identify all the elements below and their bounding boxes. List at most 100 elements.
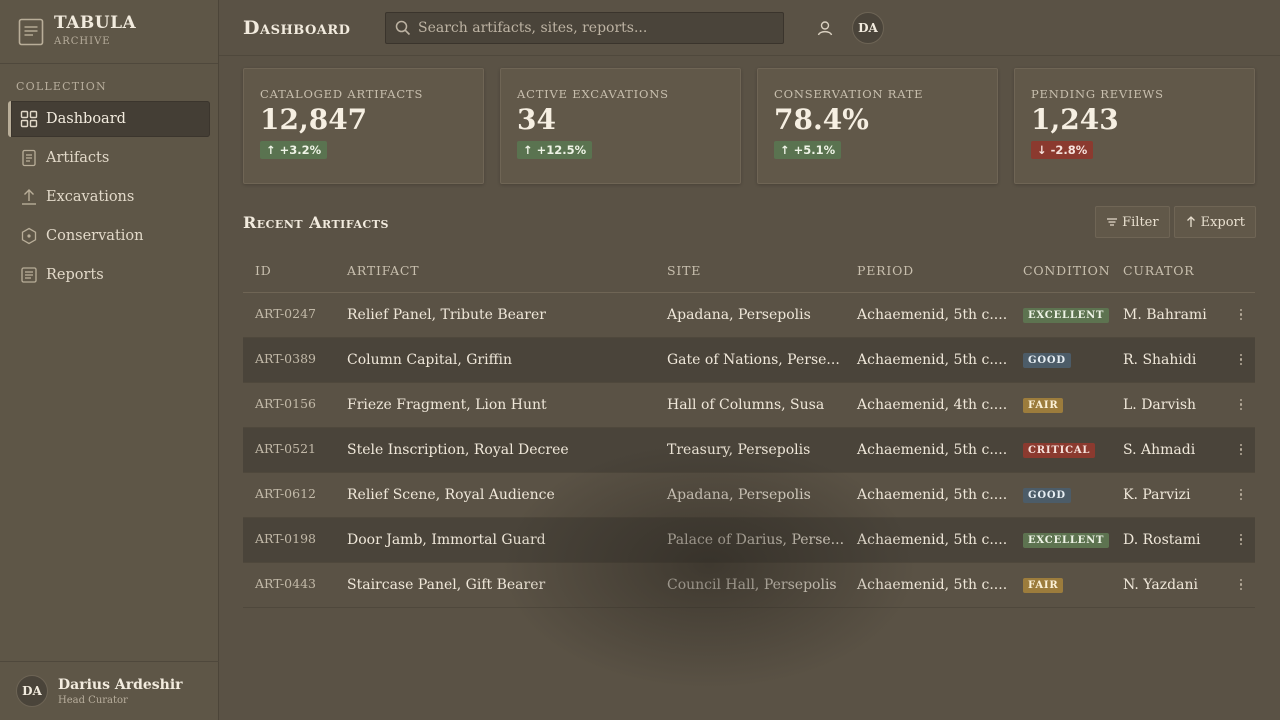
table-row[interactable]: ART-0389 Column Capital, Griffin Gate of… — [243, 337, 1255, 383]
cell-period: Achaemenid, 5th c.... — [845, 292, 1011, 338]
header-avatar[interactable]: DA — [852, 11, 884, 44]
column-header-id[interactable]: ID — [243, 250, 335, 293]
arrow-up-icon: ↑ — [266, 143, 276, 157]
cell-artifact: Stele Inscription, Royal Decree — [335, 427, 655, 473]
kpi-delta-badge: ↓ -2.8% — [1031, 141, 1094, 159]
cell-period: Achaemenid, 5th c.... — [845, 562, 1011, 608]
kpi-delta-text: -2.8% — [1050, 143, 1088, 157]
cell-actions — [1223, 382, 1255, 428]
cell-condition: Good — [1011, 337, 1111, 383]
user-name: Darius Ardeshir — [58, 676, 183, 693]
upload-arrow-icon — [20, 188, 38, 206]
search-input[interactable] — [418, 19, 778, 36]
column-header-period[interactable]: Period — [845, 250, 1011, 293]
cell-condition: Good — [1011, 472, 1111, 518]
cell-site: Apadana, Persepolis — [655, 472, 845, 518]
filter-icon — [1106, 216, 1118, 228]
kpi-label: Cataloged Artifacts — [260, 87, 424, 101]
export-icon — [1185, 216, 1197, 228]
table-row[interactable]: ART-0198 Door Jamb, Immortal Guard Palac… — [243, 517, 1255, 563]
more-options-icon[interactable] — [1235, 577, 1247, 593]
kpi-delta-text: +5.1% — [793, 143, 836, 157]
cell-id: ART-0198 — [243, 517, 335, 563]
cell-curator: D. Rostami — [1111, 517, 1223, 563]
cell-site: Council Hall, Persepolis — [655, 562, 845, 608]
kpi-card-pending-reviews[interactable]: Pending Reviews 1,243 ↓ -2.8% — [1014, 68, 1255, 184]
cell-condition: Fair — [1011, 562, 1111, 608]
condition-badge: Excellent — [1023, 308, 1110, 323]
cell-id: ART-0443 — [243, 562, 335, 608]
table-row[interactable]: ART-0443 Staircase Panel, Gift Bearer Co… — [243, 562, 1255, 608]
column-header-artifact[interactable]: Artifact — [335, 250, 655, 293]
kpi-card-cataloged-artifacts[interactable]: Cataloged Artifacts 12,847 ↑ +3.2% — [243, 68, 484, 184]
more-options-icon[interactable] — [1235, 532, 1247, 548]
document-icon — [20, 149, 38, 167]
user-info: Darius Ardeshir Head Curator — [48, 677, 183, 706]
cell-period: Achaemenid, 5th c.... — [845, 427, 1011, 473]
user-role: Head Curator — [58, 694, 128, 706]
app-root: TABULA ARCHIVE COLLECTION Dashboard Arti… — [0, 0, 1280, 720]
main-content: Dashboard DA Cataloged Artifacts 12,847 … — [219, 0, 1280, 720]
sidebar: TABULA ARCHIVE COLLECTION Dashboard Arti… — [0, 0, 219, 720]
sidebar-item-label: Reports — [46, 267, 104, 283]
column-header-curator[interactable]: Curator — [1111, 250, 1223, 293]
cell-artifact: Relief Panel, Tribute Bearer — [335, 292, 655, 338]
cell-period: Achaemenid, 5th c.... — [845, 517, 1011, 563]
sidebar-item-dashboard[interactable]: Dashboard — [8, 101, 210, 137]
column-header-site[interactable]: Site — [655, 250, 845, 293]
condition-badge: Fair — [1023, 398, 1064, 413]
sidebar-item-reports[interactable]: Reports — [8, 257, 210, 293]
current-user[interactable]: DA Darius Ardeshir Head Curator — [0, 661, 219, 720]
cell-id: ART-0612 — [243, 472, 335, 518]
more-options-icon[interactable] — [1235, 352, 1247, 368]
avatar: DA — [16, 675, 48, 707]
kpi-delta-badge: ↑ +12.5% — [517, 141, 593, 159]
kpi-value: 12,847 — [260, 103, 368, 136]
kpi-card-conservation-rate[interactable]: Conservation Rate 78.4% ↑ +5.1% — [757, 68, 998, 184]
filter-label: Filter — [1122, 214, 1159, 230]
report-icon — [20, 266, 38, 284]
table-row[interactable]: ART-0156 Frieze Fragment, Lion Hunt Hall… — [243, 382, 1255, 428]
cell-id: ART-0247 — [243, 292, 335, 338]
kpi-delta-text: +3.2% — [279, 143, 322, 157]
cell-curator: S. Ahmadi — [1111, 427, 1223, 473]
kpi-delta-badge: ↑ +3.2% — [260, 141, 328, 159]
sidebar-section-label: COLLECTION — [16, 80, 107, 93]
more-options-icon[interactable] — [1235, 442, 1247, 458]
cell-id: ART-0389 — [243, 337, 335, 383]
condition-badge: Critical — [1023, 443, 1096, 458]
cell-curator: K. Parvizi — [1111, 472, 1223, 518]
cell-period: Achaemenid, 5th c.... — [845, 337, 1011, 383]
column-header-actions — [1223, 250, 1255, 293]
table-row[interactable]: ART-0612 Relief Scene, Royal Audience Ap… — [243, 472, 1255, 518]
sidebar-item-label: Dashboard — [46, 111, 126, 127]
cell-condition: Critical — [1011, 427, 1111, 473]
user-profile-icon[interactable] — [814, 17, 836, 39]
search-icon — [394, 19, 412, 37]
artifacts-table: ID Artifact Site Period Condition Curato… — [243, 250, 1255, 608]
brand[interactable]: TABULA ARCHIVE — [0, 0, 218, 64]
table-row[interactable]: ART-0247 Relief Panel, Tribute Bearer Ap… — [243, 292, 1255, 338]
sidebar-item-excavations[interactable]: Excavations — [8, 179, 210, 215]
sidebar-item-artifacts[interactable]: Artifacts — [8, 140, 210, 176]
sidebar-item-conservation[interactable]: Conservation — [8, 218, 210, 254]
more-options-icon[interactable] — [1235, 307, 1247, 323]
kpi-card-active-excavations[interactable]: Active Excavations 34 ↑ +12.5% — [500, 68, 741, 184]
cell-id: ART-0156 — [243, 382, 335, 428]
cell-condition: Excellent — [1011, 292, 1111, 338]
document-icon — [18, 18, 44, 46]
filter-button[interactable]: Filter — [1095, 206, 1170, 238]
cell-site: Palace of Darius, Perse... — [655, 517, 845, 563]
cell-artifact: Relief Scene, Royal Audience — [335, 472, 655, 518]
table-row[interactable]: ART-0521 Stele Inscription, Royal Decree… — [243, 427, 1255, 473]
condition-badge: Good — [1023, 353, 1071, 368]
brand-text: TABULA ARCHIVE — [54, 14, 136, 47]
cell-actions — [1223, 337, 1255, 383]
more-options-icon[interactable] — [1235, 487, 1247, 503]
export-button[interactable]: Export — [1173, 206, 1256, 238]
more-options-icon[interactable] — [1235, 397, 1247, 413]
search-box[interactable] — [385, 11, 784, 44]
column-header-condition[interactable]: Condition — [1011, 250, 1111, 293]
arrow-down-icon: ↓ — [1037, 143, 1047, 157]
cell-id: ART-0521 — [243, 427, 335, 473]
